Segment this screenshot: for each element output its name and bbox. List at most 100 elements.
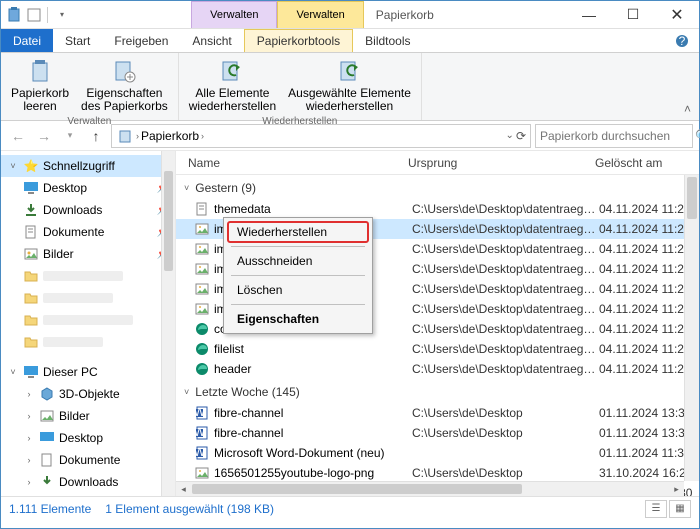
- horizontal-scrollbar[interactable]: ◂▸: [176, 481, 684, 496]
- file-row[interactable]: headerC:\Users\de\Desktop\datentraeger-m…: [176, 359, 699, 379]
- file-icon: W: [194, 445, 210, 461]
- context-tab-verwalten-1[interactable]: Verwalten: [191, 1, 277, 28]
- sidebar-dokumente[interactable]: Dokumente📌: [1, 221, 175, 243]
- file-icon: [194, 201, 210, 217]
- file-icon: W: [194, 405, 210, 421]
- col-origin[interactable]: Ursprung: [404, 156, 591, 170]
- desktop-icon: [39, 430, 55, 446]
- bin-props-icon: [110, 57, 138, 85]
- restore-all-icon: [218, 57, 246, 85]
- file-icon: [194, 321, 210, 337]
- view-details-button[interactable]: ☰: [645, 500, 667, 518]
- ctx-cut[interactable]: Ausschneiden: [227, 250, 369, 272]
- group-header[interactable]: ˅Letzte Woche (145): [176, 379, 699, 403]
- col-name[interactable]: Name: [184, 156, 404, 170]
- empty-bin-icon: [26, 57, 54, 85]
- file-row[interactable]: 1656501255youtube-logo-pngC:\Users\de\De…: [176, 463, 699, 483]
- folder-icon: [23, 290, 39, 306]
- sidebar-downloads-2[interactable]: ›Downloads: [1, 471, 175, 493]
- file-row[interactable]: WMicrosoft Word-Dokument (neu)01.11.2024…: [176, 443, 699, 463]
- tab-papierkorbtools[interactable]: Papierkorbtools: [244, 29, 353, 52]
- svg-text:W: W: [195, 446, 206, 459]
- svg-text:?: ?: [679, 34, 686, 48]
- folder-icon: [23, 334, 39, 350]
- nav-up[interactable]: ↑: [85, 125, 107, 147]
- star-icon: ⭐: [23, 158, 39, 174]
- nav-recent[interactable]: ▾: [59, 125, 81, 147]
- file-icon: W: [194, 425, 210, 441]
- vertical-scrollbar[interactable]: [684, 175, 699, 481]
- sidebar-bilder[interactable]: Bilder📌: [1, 243, 175, 265]
- ctx-restore[interactable]: Wiederherstellen: [227, 221, 369, 243]
- downloads-icon: [23, 202, 39, 218]
- nav-forward[interactable]: →: [33, 125, 55, 147]
- col-deleted[interactable]: Gelöscht am: [591, 156, 691, 170]
- sidebar-quick-access[interactable]: ˅⭐Schnellzugriff: [1, 155, 175, 177]
- sidebar-desktop-2[interactable]: ›Desktop: [1, 427, 175, 449]
- search-icon: 🔍: [695, 129, 700, 143]
- sidebar-item-blur[interactable]: [1, 287, 175, 309]
- ribbon-restore-all[interactable]: Alle Elemente wiederherstellen: [183, 55, 282, 115]
- ribbon-empty-bin[interactable]: Papierkorb leeren: [5, 55, 75, 115]
- svg-text:W: W: [195, 406, 206, 419]
- sidebar-dokumente-2[interactable]: ›Dokumente: [1, 449, 175, 471]
- qat-dropdown[interactable]: [52, 6, 70, 24]
- file-icon: [194, 465, 210, 481]
- column-headers: Name Ursprung Gelöscht am: [176, 151, 699, 175]
- qat-icon[interactable]: [25, 6, 43, 24]
- sidebar-this-pc[interactable]: ˅Dieser PC: [1, 361, 175, 383]
- breadcrumb-dropdown[interactable]: ⌄: [506, 130, 514, 141]
- search-input[interactable]: [540, 129, 695, 143]
- refresh-icon[interactable]: ⟳: [516, 129, 526, 143]
- sidebar-scrollbar[interactable]: [161, 151, 175, 496]
- maximize-button[interactable]: ☐: [611, 1, 655, 29]
- file-row[interactable]: themedataC:\Users\de\Desktop\datentraege…: [176, 199, 699, 219]
- sidebar-item-blur[interactable]: [1, 265, 175, 287]
- close-button[interactable]: ✕: [655, 1, 699, 29]
- sidebar-desktop[interactable]: Desktop📌: [1, 177, 175, 199]
- sidebar-3d-objects[interactable]: ›3D-Objekte: [1, 383, 175, 405]
- view-large-button[interactable]: ▦: [669, 500, 691, 518]
- breadcrumb[interactable]: › Papierkorb › ⌄ ⟳: [111, 124, 531, 148]
- tab-ansicht[interactable]: Ansicht: [180, 29, 243, 52]
- search-box[interactable]: 🔍: [535, 124, 693, 148]
- ribbon: Papierkorb leeren Eigenschaften des Papi…: [1, 53, 699, 121]
- sidebar-item-blur[interactable]: [1, 309, 175, 331]
- file-icon: [194, 281, 210, 297]
- nav-back[interactable]: ←: [7, 125, 29, 147]
- file-row[interactable]: Wfibre-channelC:\Users\de\Desktop01.11.2…: [176, 423, 699, 443]
- ribbon-restore-selected[interactable]: Ausgewählte Elemente wiederherstellen: [282, 55, 417, 115]
- file-icon: [194, 301, 210, 317]
- file-row[interactable]: Wfibre-channelC:\Users\de\Desktop01.11.2…: [176, 403, 699, 423]
- sidebar-item-blur[interactable]: [1, 331, 175, 353]
- sidebar-bilder-2[interactable]: ›Bilder: [1, 405, 175, 427]
- ribbon-bin-props[interactable]: Eigenschaften des Papierkorbs: [75, 55, 174, 115]
- file-icon: [194, 241, 210, 257]
- sidebar-downloads[interactable]: Downloads📌: [1, 199, 175, 221]
- pc-icon: [23, 364, 39, 380]
- breadcrumb-item[interactable]: Papierkorb: [141, 129, 199, 143]
- minimize-button[interactable]: —: [567, 1, 611, 29]
- ribbon-collapse-icon[interactable]: ˄: [676, 98, 699, 120]
- chevron-icon[interactable]: ›: [201, 131, 204, 141]
- ctx-properties[interactable]: Eigenschaften: [227, 308, 369, 330]
- statusbar: 1.111 Elemente 1 Element ausgewählt (198…: [1, 496, 699, 520]
- tab-start[interactable]: Start: [53, 29, 102, 52]
- group-header[interactable]: ˅Gestern (9): [176, 175, 699, 199]
- tab-bildtools[interactable]: Bildtools: [353, 29, 422, 52]
- tab-freigeben[interactable]: Freigeben: [102, 29, 180, 52]
- pictures-icon: [39, 408, 55, 424]
- context-tab-verwalten-2[interactable]: Verwalten: [277, 1, 363, 28]
- ribbon-tabs: Datei Start Freigeben Ansicht Papierkorb…: [1, 29, 699, 53]
- help-icon[interactable]: ?: [665, 29, 699, 52]
- chevron-icon[interactable]: ›: [136, 131, 139, 141]
- file-icon: [194, 341, 210, 357]
- file-row[interactable]: filelistC:\Users\de\Desktop\datentraeger…: [176, 339, 699, 359]
- file-icon: [194, 221, 210, 237]
- tab-datei[interactable]: Datei: [1, 29, 53, 52]
- breadcrumb-icon: [116, 127, 134, 145]
- ctx-delete[interactable]: Löschen: [227, 279, 369, 301]
- app-icon: [5, 6, 23, 24]
- sidebar-musik[interactable]: ›Musik: [1, 493, 175, 496]
- documents-icon: [23, 224, 39, 240]
